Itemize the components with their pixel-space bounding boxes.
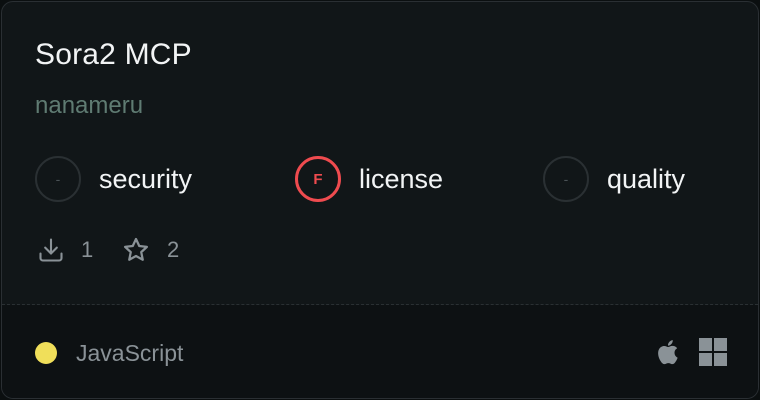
downloads-count: 1 bbox=[81, 237, 94, 262]
quality-label: quality bbox=[607, 164, 686, 194]
score-license: F license bbox=[295, 156, 443, 202]
apple-icon bbox=[658, 340, 678, 365]
score-security: - security bbox=[35, 156, 192, 202]
card-body: Sora2 MCP nanameru - security F license … bbox=[2, 2, 758, 304]
star-icon bbox=[124, 237, 148, 261]
card-footer: JavaScript bbox=[2, 305, 758, 398]
card-title[interactable]: Sora2 MCP bbox=[35, 35, 192, 75]
license-label: license bbox=[359, 164, 444, 194]
windows-icon bbox=[699, 338, 727, 366]
author-name[interactable]: nanameru bbox=[35, 90, 143, 122]
score-quality: - quality bbox=[543, 156, 685, 202]
license-grade-badge: F bbox=[295, 156, 341, 202]
download-icon bbox=[39, 238, 63, 262]
stars-stat: 2 bbox=[121, 234, 179, 266]
language-name: JavaScript bbox=[76, 340, 184, 366]
security-grade-badge: - bbox=[35, 156, 81, 202]
quality-grade-badge: - bbox=[543, 156, 589, 202]
downloads-stat: 1 bbox=[37, 234, 93, 266]
stars-count: 2 bbox=[167, 237, 180, 262]
server-card[interactable]: Sora2 MCP nanameru - security F license … bbox=[1, 1, 759, 399]
security-label: security bbox=[99, 164, 193, 194]
language-color-dot bbox=[35, 342, 57, 364]
